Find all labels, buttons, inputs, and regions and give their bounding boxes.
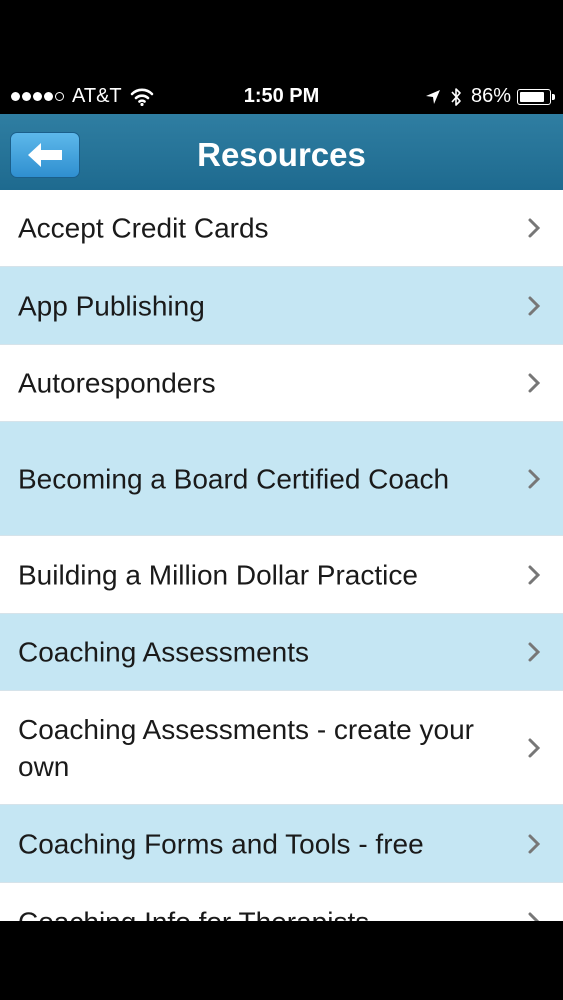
battery-percentage: 86% xyxy=(470,85,511,107)
list-item[interactable]: Coaching Info for Therapists xyxy=(0,883,563,921)
chevron-right-icon xyxy=(528,296,541,315)
list-item[interactable]: Building a Million Dollar Practice xyxy=(0,536,563,614)
battery-fill xyxy=(520,91,545,102)
chevron-right-icon xyxy=(528,469,541,488)
list-item-label: App Publishing xyxy=(18,290,205,321)
list-item-label: Coaching Assessments - create your own xyxy=(18,713,474,782)
chevron-right-icon xyxy=(528,912,540,921)
list-item-label: Building a Million Dollar Practice xyxy=(18,559,418,590)
list-item[interactable]: Accept Credit Cards xyxy=(0,190,563,267)
bluetooth-icon xyxy=(451,87,461,106)
list-item[interactable]: Autoresponders xyxy=(0,345,563,422)
list-item-label: Autoresponders xyxy=(18,367,216,399)
list-item[interactable]: Coaching Forms and Tools - free xyxy=(0,805,563,883)
chevron-right-icon xyxy=(528,218,541,238)
list-item[interactable]: App Publishing xyxy=(0,267,563,345)
list-item[interactable]: Coaching Assessments xyxy=(0,614,563,691)
battery-tip xyxy=(552,93,555,100)
chevron-right-icon xyxy=(528,738,541,757)
list-item-label: Becoming a Board Certified Coach xyxy=(18,463,450,494)
list-item-label: Coaching Assessments xyxy=(18,636,310,668)
navigation-bar: Resources xyxy=(0,114,563,191)
list-item-label: Coaching Forms and Tools - free xyxy=(18,828,424,859)
list-item[interactable]: Becoming a Board Certified Coach xyxy=(0,422,563,536)
battery-icon xyxy=(517,88,555,105)
chevron-right-icon xyxy=(528,373,541,393)
chevron-right-icon xyxy=(528,834,541,853)
top-letterbox xyxy=(0,0,563,78)
bottom-letterbox xyxy=(0,921,563,1000)
page-title: Resources xyxy=(197,136,366,173)
status-bar: AT&T 1:50 PM 86% xyxy=(0,78,563,114)
resource-list: Accept Credit Cards App Publishing Autor… xyxy=(0,190,563,921)
location-arrow-icon xyxy=(425,89,440,104)
chevron-right-icon xyxy=(528,565,541,584)
chevron-right-icon xyxy=(528,642,541,662)
list-item-label: Coaching Info for Therapists xyxy=(18,903,503,921)
status-right: 86% xyxy=(425,85,555,108)
list-item[interactable]: Coaching Assessments - create your own xyxy=(0,691,563,805)
list-item-label: Accept Credit Cards xyxy=(18,212,269,244)
